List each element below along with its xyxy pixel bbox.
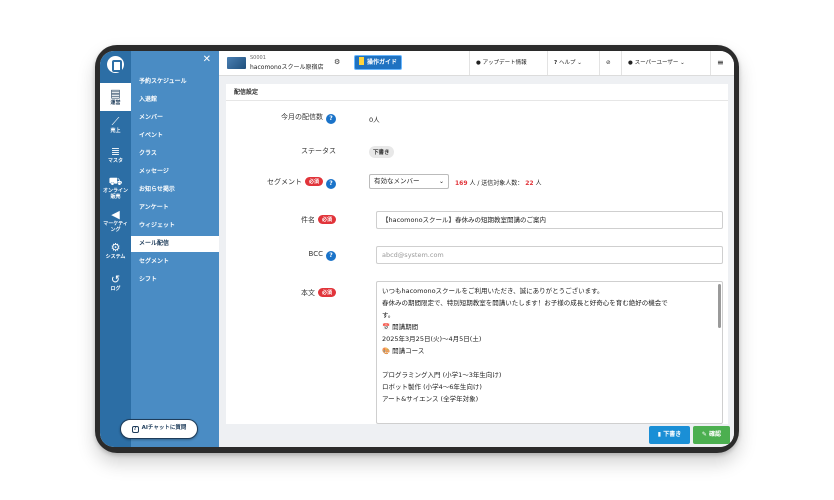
help-dropdown[interactable]: ? ヘルプ ⌄ bbox=[547, 51, 588, 75]
delivery-settings-card: 配信設定 今月の配信数? 0人 ステータス 下書き セグメント 必須? 有効なメン… bbox=[226, 84, 728, 424]
database-icon: ≣ bbox=[110, 145, 121, 158]
user-dropdown[interactable]: ● スーパーユーザー ⌄ bbox=[621, 51, 691, 75]
segment-label: セグメント 必須? bbox=[226, 177, 336, 189]
help-question-icon[interactable]: ? bbox=[326, 251, 336, 261]
body-textarea[interactable]: いつもhacomonoスクールをご利用いただき、誠にありがとうございます。 春休… bbox=[376, 281, 723, 424]
edit-icon: ✎ bbox=[701, 431, 707, 438]
body-line bbox=[377, 357, 722, 369]
app-screen: ▤ 運営 ⟋ 売上 ≣ マスタ ⛟ オンライン販売 ◀ マーケティング ⚙ シス… bbox=[100, 51, 734, 447]
store-code: S0001 bbox=[250, 55, 266, 61]
menu-item-members[interactable]: メンバー bbox=[131, 110, 219, 126]
store-icon: ▤ bbox=[110, 87, 121, 100]
rail-item-log[interactable]: ↺ ログ bbox=[100, 273, 131, 295]
user-icon: ● bbox=[628, 60, 633, 66]
save-draft-button[interactable]: ▮ 下書き bbox=[649, 426, 690, 444]
body-label: 本文 必須 bbox=[226, 288, 336, 298]
body-line: す。 bbox=[382, 311, 395, 319]
required-badge: 必須 bbox=[317, 288, 336, 297]
help-question-icon[interactable]: ? bbox=[326, 179, 336, 189]
rail-item-master[interactable]: ≣ マスタ bbox=[100, 145, 131, 167]
menu-item-shifts[interactable]: シフト bbox=[131, 272, 219, 288]
status-badge: 下書き bbox=[369, 146, 394, 158]
hamburger-menu-icon[interactable]: ≡ bbox=[710, 51, 730, 75]
help-question-icon[interactable]: ? bbox=[326, 114, 336, 124]
monthly-count-value: 0人 bbox=[369, 116, 380, 124]
help-icon: ? bbox=[554, 60, 558, 66]
body-line: 2025年3月25日(火)〜4月5日(土) bbox=[382, 335, 482, 343]
chevron-down-icon: ⌄ bbox=[577, 60, 582, 66]
segment-counts: 169 人 / 送信対象人数： 22 人 bbox=[455, 180, 542, 187]
store-thumbnail bbox=[227, 57, 246, 69]
menu-item-entry-exit[interactable]: 入退館 bbox=[131, 92, 219, 108]
info-icon: ● bbox=[476, 60, 481, 66]
section-title: 配信設定 bbox=[226, 84, 728, 101]
body-line: いつもhacomonoスクールをご利用いただき、誠にありがとうございます。 bbox=[382, 287, 604, 295]
update-info-button[interactable]: ● アップデート情報 bbox=[469, 51, 533, 75]
required-badge: 必須 bbox=[304, 177, 323, 186]
chat-question-icon: ? bbox=[131, 426, 139, 433]
menu-item-reservation-schedule[interactable]: 予約スケジュール bbox=[131, 74, 219, 90]
top-bar: S0001 hacomonoスクール原宿店 ⚙ 操作ガイド ● アップデート情報… bbox=[219, 51, 734, 76]
bcc-label: BCC? bbox=[226, 250, 336, 261]
bcc-input[interactable]: abcd@system.com bbox=[376, 246, 723, 264]
body-line: 🎨 開講コース bbox=[382, 347, 425, 355]
body-line: アート&サイエンス (全学年対象) bbox=[382, 395, 479, 403]
confirm-button[interactable]: ✎ 確認 bbox=[693, 426, 730, 444]
chevron-down-icon: ⌄ bbox=[438, 178, 444, 185]
subject-input[interactable]: 【hacomonoスクール】春休みの短期教室開講のご案内 bbox=[376, 211, 723, 229]
close-icon[interactable]: ✕ bbox=[203, 54, 211, 65]
rail-item-online-sales[interactable]: ⛟ オンライン販売 bbox=[100, 175, 131, 203]
sales-chart-icon: ⟋ bbox=[111, 115, 120, 128]
menu-item-mail-delivery[interactable]: メール配信 bbox=[131, 236, 219, 252]
menu-item-notices[interactable]: お知らせ掲示 bbox=[131, 182, 219, 198]
notification-off-button[interactable]: ⊘ bbox=[599, 51, 617, 75]
monthly-count-label: 今月の配信数? bbox=[226, 112, 336, 124]
operation-guide-button[interactable]: 操作ガイド bbox=[354, 55, 402, 70]
rail-item-sales[interactable]: ⟋ 売上 bbox=[100, 115, 131, 137]
required-badge: 必須 bbox=[317, 215, 336, 224]
body-line: ロボット製作 (小学4〜6年生向け) bbox=[382, 383, 482, 391]
subject-label: 件名 必須 bbox=[226, 215, 336, 225]
store-name[interactable]: hacomonoスクール原宿店 bbox=[250, 62, 323, 71]
gear-icon: ⚙ bbox=[110, 241, 121, 254]
main-content: 配信設定 今月の配信数? 0人 ステータス 下書き セグメント 必須? 有効なメン… bbox=[219, 76, 734, 447]
device-frame: ▤ 運営 ⟋ 売上 ≣ マスタ ⛟ オンライン販売 ◀ マーケティング ⚙ シス… bbox=[95, 45, 739, 453]
cart-icon: ⛟ bbox=[108, 175, 123, 188]
document-icon: ▮ bbox=[657, 431, 662, 438]
menu-item-classes[interactable]: クラス bbox=[131, 146, 219, 162]
target-count: 22 bbox=[525, 180, 534, 187]
menu-item-segments[interactable]: セグメント bbox=[131, 254, 219, 270]
history-icon: ↺ bbox=[110, 273, 121, 286]
body-line: 📅 開講期間 bbox=[382, 323, 419, 331]
menu-item-messages[interactable]: メッセージ bbox=[131, 164, 219, 180]
segment-count: 169 bbox=[455, 180, 468, 187]
rail-item-operations[interactable]: ▤ 運営 bbox=[100, 83, 131, 111]
menu-item-events[interactable]: イベント bbox=[131, 128, 219, 144]
textarea-scrollbar[interactable] bbox=[718, 284, 721, 328]
book-icon bbox=[359, 57, 364, 65]
menu-item-widgets[interactable]: ウィジェット bbox=[131, 218, 219, 234]
rail-item-system[interactable]: ⚙ システム bbox=[100, 241, 131, 263]
icon-rail: ▤ 運営 ⟋ 売上 ≣ マスタ ⛟ オンライン販売 ◀ マーケティング ⚙ シス… bbox=[100, 51, 131, 447]
bell-off-icon: ⊘ bbox=[606, 60, 611, 66]
megaphone-icon: ◀ bbox=[111, 208, 120, 221]
rail-item-marketing[interactable]: ◀ マーケティング bbox=[100, 208, 131, 236]
sub-menu: ✕ 予約スケジュール 入退館 メンバー イベント クラス メッセージ お知らせ掲… bbox=[131, 51, 219, 447]
status-label: ステータス bbox=[301, 147, 336, 155]
body-line: 春休みの期間限定で、特別短期教室を開講いたします！お子様の成長と好奇心を育む絶好… bbox=[382, 299, 668, 307]
chevron-down-icon: ⌄ bbox=[680, 60, 685, 66]
store-settings-icon[interactable]: ⚙ bbox=[334, 58, 340, 66]
app-logo-icon[interactable] bbox=[107, 56, 124, 73]
menu-item-surveys[interactable]: アンケート bbox=[131, 200, 219, 216]
ai-chat-button[interactable]: ? AIチャットに質問 bbox=[120, 419, 198, 439]
body-line: プログラミング入門 (小学1〜3年生向け) bbox=[382, 371, 502, 379]
segment-select[interactable]: 有効なメンバー ⌄ bbox=[369, 174, 449, 189]
